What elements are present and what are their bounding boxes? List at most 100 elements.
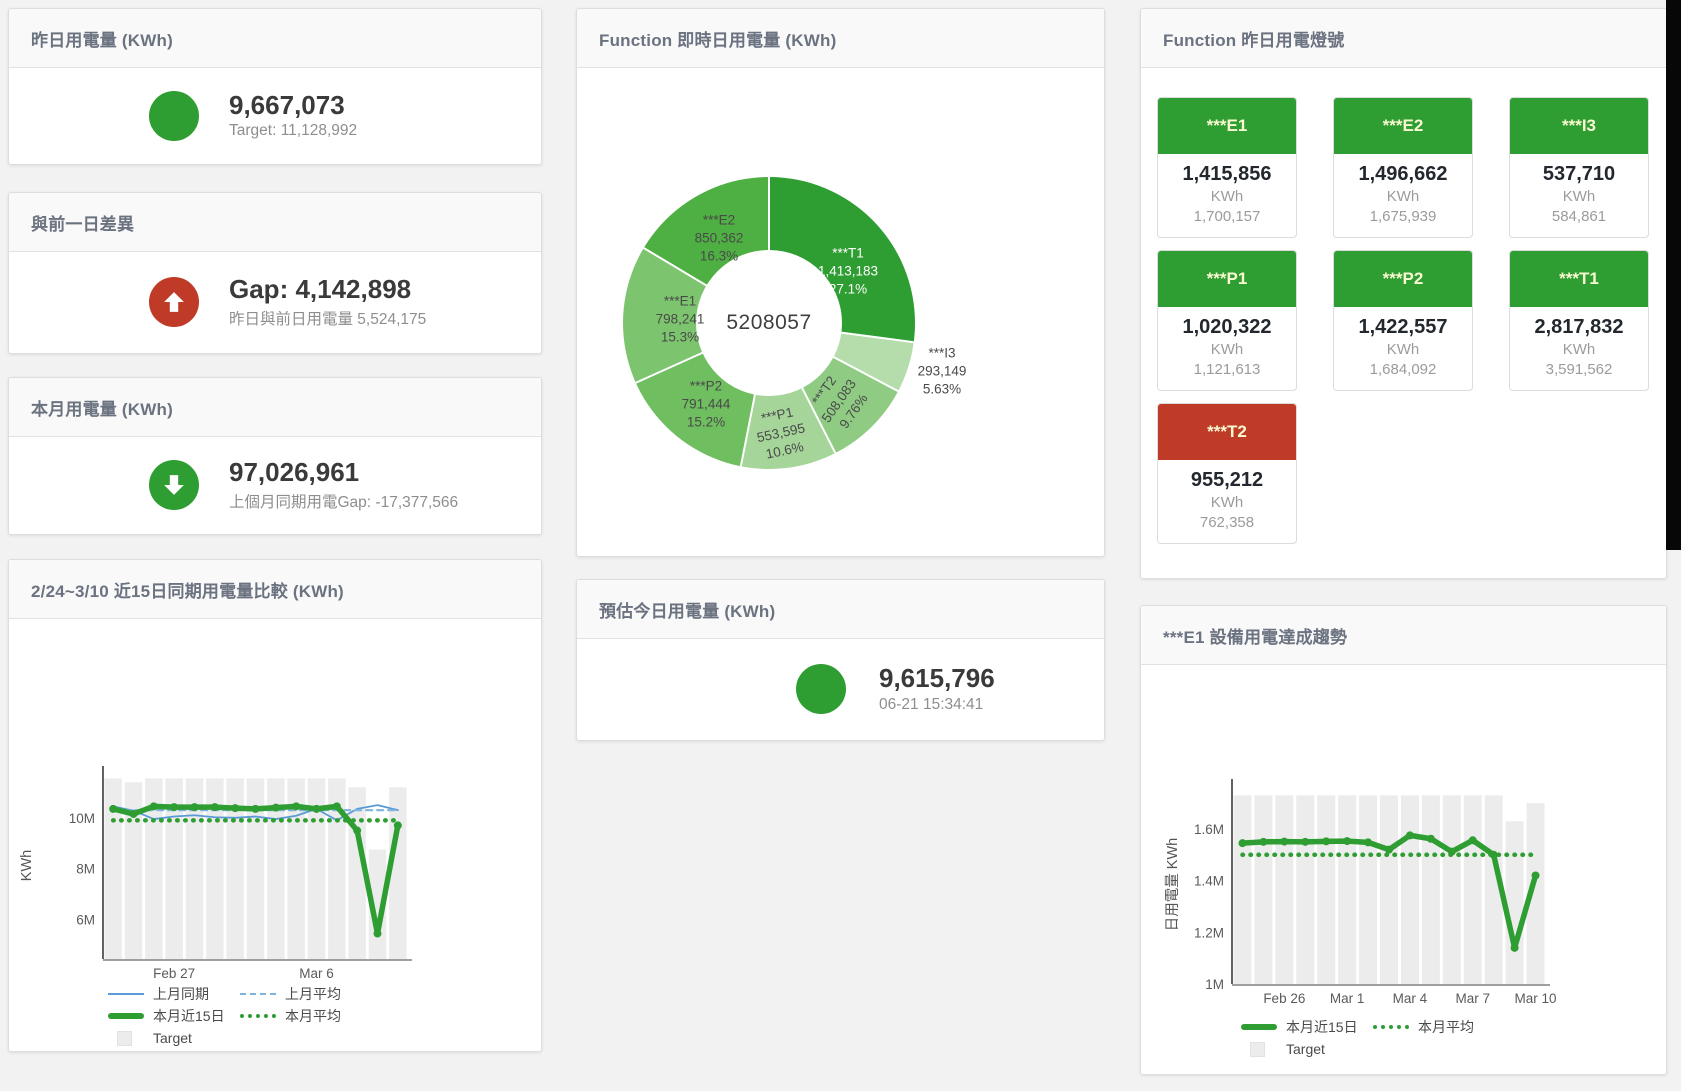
light-tile-P1: ***P11,020,322KWh1,121,613 <box>1157 250 1297 391</box>
stat-value: 9,615,796 <box>879 664 995 693</box>
tile-unit: KWh <box>1336 187 1470 207</box>
legend-label: 本月平均 <box>285 1006 341 1026</box>
svg-text:1.2M: 1.2M <box>1194 925 1224 940</box>
donut-segment-label-E1: ***E1798,24115.3% <box>656 292 705 345</box>
blue-dash-swatch-icon <box>240 993 276 995</box>
tile-body: 955,212KWh762,358 <box>1158 460 1296 543</box>
svg-text:8M: 8M <box>76 862 95 877</box>
tile-unit: KWh <box>1512 187 1646 207</box>
tile-value: 1,415,856 <box>1160 161 1294 187</box>
svg-text:Mar 4: Mar 4 <box>1393 991 1428 1006</box>
tile-unit: KWh <box>1160 187 1294 207</box>
chart-legend: 本月近15日 本月平均 Target <box>1241 1019 1505 1063</box>
legend-item-blue-line[interactable]: 上月同期 <box>108 984 240 1004</box>
svg-text:Mar 10: Mar 10 <box>1515 991 1557 1006</box>
tile-target-value: 1,700,157 <box>1160 207 1294 227</box>
light-tile-T1: ***T12,817,832KWh3,591,562 <box>1509 250 1649 391</box>
stat-subtitle: 06-21 15:34:41 <box>879 696 995 714</box>
tile-status-header: ***I3 <box>1510 98 1648 154</box>
legend-label: 本月近15日 <box>153 1006 225 1026</box>
tile-body: 1,020,322KWh1,121,613 <box>1158 307 1296 390</box>
panel-title: 本月用電量 (KWh) <box>31 395 173 420</box>
tile-target-value: 762,358 <box>1160 513 1294 533</box>
green-dots-swatch-icon <box>240 1014 276 1018</box>
e1-trend-line-chart: 1M1.2M1.4M1.6MFeb 26Mar 1Mar 4Mar 7Mar 1… <box>1141 665 1666 1020</box>
svg-text:Mar 6: Mar 6 <box>299 966 334 981</box>
green-thick-swatch-icon <box>1241 1024 1277 1030</box>
legend-label: 上月平均 <box>285 984 341 1004</box>
panel-estimate-today: 預估今日用電量 (KWh) 9,615,796 06-21 15:34:41 <box>576 579 1105 741</box>
light-tile-P2: ***P21,422,557KWh1,684,092 <box>1333 250 1473 391</box>
legend-item-gray-square[interactable]: Target <box>108 1030 240 1046</box>
green-thick-swatch-icon <box>108 1013 144 1019</box>
stat-body: 9,667,073 Target: 11,128,992 <box>9 68 541 163</box>
tile-status-header: ***T2 <box>1158 404 1296 460</box>
donut-segment-label-I3: ***I3293,1495.63% <box>918 344 967 397</box>
tile-target-value: 584,861 <box>1512 207 1646 227</box>
panel-header: 與前一日差異 <box>9 193 541 252</box>
tile-body: 1,415,856KWh1,700,157 <box>1158 154 1296 237</box>
legend-label: 上月同期 <box>153 984 209 1004</box>
green-dots-swatch-icon <box>1373 1025 1409 1029</box>
svg-text:1M: 1M <box>1205 977 1224 992</box>
donut-segment-label-T1: ***T11,413,18327.1% <box>818 244 878 297</box>
panel-title: 與前一日差異 <box>31 210 134 235</box>
chart-body: 6M8M10MFeb 27Mar 6KWh 上月同期上月平均本月近15日本月平均… <box>9 619 541 1052</box>
panel-yesterday-lights: Function 昨日用電燈號 ***E11,415,856KWh1,700,1… <box>1140 8 1667 579</box>
blue-line-swatch-icon <box>108 993 144 995</box>
legend-item-green-dots[interactable]: 本月平均 <box>240 1006 372 1026</box>
panel-header: ***E1 設備用電達成趨勢 <box>1141 606 1666 665</box>
legend-item-green-thick[interactable]: 本月近15日 <box>1241 1017 1373 1037</box>
tile-body: 1,422,557KWh1,684,092 <box>1334 307 1472 390</box>
legend-label: Target <box>1286 1041 1325 1057</box>
green-down-arrow-icon <box>149 460 199 510</box>
tile-unit: KWh <box>1160 340 1294 360</box>
legend-item-gray-square[interactable]: Target <box>1241 1041 1373 1057</box>
svg-text:Feb 27: Feb 27 <box>153 966 195 981</box>
tile-target-value: 1,684,092 <box>1336 360 1470 380</box>
tile-value: 955,212 <box>1160 467 1294 493</box>
panel-e1-trend: ***E1 設備用電達成趨勢 1M1.2M1.4M1.6MFeb 26Mar 1… <box>1140 605 1667 1075</box>
svg-text:Feb 26: Feb 26 <box>1263 991 1305 1006</box>
stat-value: Gap: 4,142,898 <box>229 275 426 304</box>
legend-label: 本月近15日 <box>1286 1017 1358 1037</box>
panel-title: ***E1 設備用電達成趨勢 <box>1163 623 1347 648</box>
dashboard: 昨日用電量 (KWh) 9,667,073 Target: 11,128,992… <box>0 0 1681 1091</box>
svg-text:日用電量 KWh: 日用電量 KWh <box>1165 838 1181 931</box>
stat-subtitle: 昨日與前日用電量 5,524,175 <box>229 307 426 329</box>
stat-subtitle: 上個月同期用電Gap: -17,377,566 <box>229 490 458 512</box>
stat-body: Gap: 4,142,898 昨日與前日用電量 5,524,175 <box>9 252 541 352</box>
legend-item-green-thick[interactable]: 本月近15日 <box>108 1006 240 1026</box>
svg-text:1.4M: 1.4M <box>1194 874 1224 889</box>
panel-header: 預估今日用電量 (KWh) <box>577 580 1104 639</box>
tile-status-header: ***T1 <box>1510 251 1648 307</box>
donut-center-total: 5208057 <box>726 311 811 335</box>
stat-body: 97,026,961 上個月同期用電Gap: -17,377,566 <box>9 437 541 533</box>
light-tile-E2: ***E21,496,662KWh1,675,939 <box>1333 97 1473 238</box>
legend-label: 本月平均 <box>1418 1017 1474 1037</box>
tile-body: 537,710KWh584,861 <box>1510 154 1648 237</box>
gray-square-swatch-icon <box>1250 1042 1265 1057</box>
panel-header: 本月用電量 (KWh) <box>9 378 541 437</box>
panel-header: 2/24~3/10 近15日同期用電量比較 (KWh) <box>9 560 541 619</box>
svg-text:Mar 1: Mar 1 <box>1330 991 1365 1006</box>
tile-target-value: 1,675,939 <box>1336 207 1470 227</box>
legend-item-blue-dash[interactable]: 上月平均 <box>240 984 372 1004</box>
chart-legend: 上月同期 上月平均本月近15日 本月平均 Target <box>108 986 372 1052</box>
panel-title: Function 即時日用電量 (KWh) <box>599 26 836 51</box>
tile-status-header: ***P1 <box>1158 251 1296 307</box>
panel-header: 昨日用電量 (KWh) <box>9 9 541 68</box>
donut-segment-label-P1: ***P1553,59510.6% <box>752 402 811 464</box>
tile-target-value: 3,591,562 <box>1512 360 1646 380</box>
tile-value: 2,817,832 <box>1512 314 1646 340</box>
stat-body: 9,615,796 06-21 15:34:41 <box>577 639 1104 739</box>
tile-target-value: 1,121,613 <box>1160 360 1294 380</box>
tile-status-header: ***P2 <box>1334 251 1472 307</box>
comparison-line-chart: 6M8M10MFeb 27Mar 6KWh <box>9 619 541 994</box>
svg-text:KWh: KWh <box>19 850 35 881</box>
donut-separators <box>623 177 915 469</box>
scrollbar[interactable] <box>1666 0 1681 550</box>
tile-value: 537,710 <box>1512 161 1646 187</box>
stat-subtitle: Target: 11,128,992 <box>229 122 357 140</box>
legend-item-green-dots[interactable]: 本月平均 <box>1373 1017 1505 1037</box>
